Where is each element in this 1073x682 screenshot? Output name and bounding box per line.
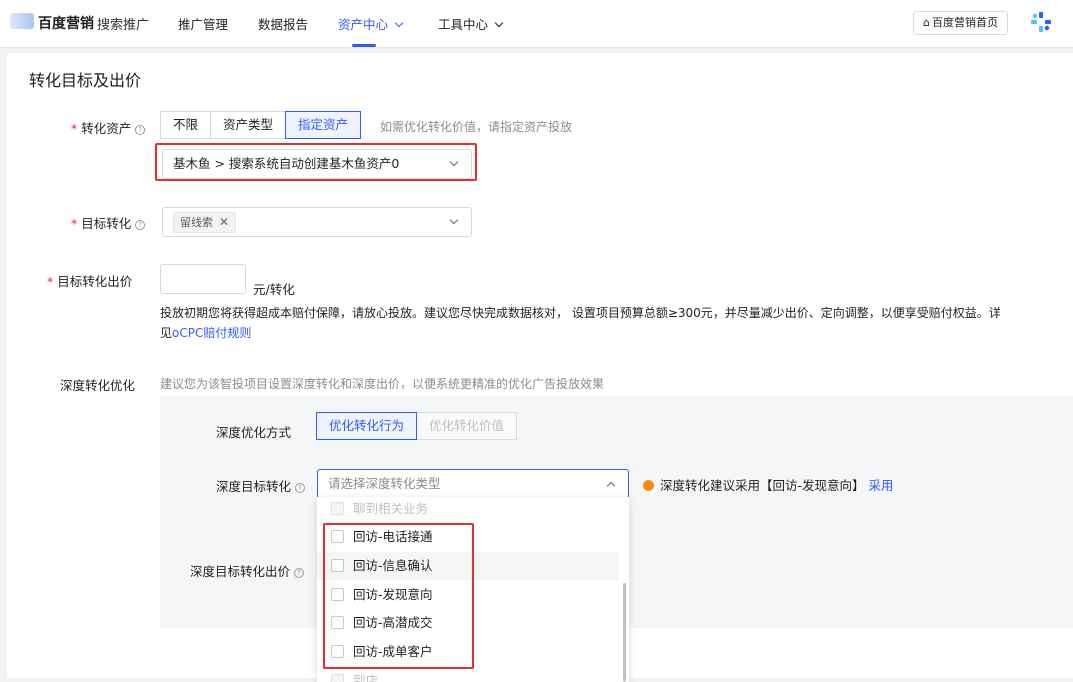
deep-bid-label: 深度目标转化出价? [190, 561, 305, 580]
target-conversion-select[interactable]: 留线索 ✕ [162, 207, 472, 237]
adopt-suggestion-link[interactable]: 采用 [869, 478, 894, 493]
app-logo-icon[interactable] [1030, 11, 1052, 33]
conversion-asset-label: * 转化资产? [71, 118, 146, 137]
deep-suggestion: 深度转化建议采用【回访-发现意向】 采用 [643, 475, 894, 494]
target-bid-input[interactable] [160, 264, 246, 294]
nav-promotion-management[interactable]: 推广管理 [178, 14, 228, 33]
conversion-asset-hint: 如需优化转化价值，请指定资产投放 [380, 120, 573, 134]
help-icon[interactable]: ? [135, 220, 146, 230]
scrollbar[interactable] [623, 583, 626, 682]
highlight-box-asset [155, 143, 477, 181]
home-button[interactable]: ⌂ 百度营销首页 [913, 11, 1008, 35]
help-icon[interactable]: ? [295, 483, 306, 493]
highlight-box-options [323, 523, 474, 669]
option-specified-asset[interactable]: 指定资产 [285, 111, 362, 139]
target-bid-unit: 元/转化 [253, 282, 295, 297]
nav-active-indicator [352, 44, 376, 47]
nav-asset-center[interactable]: 资产中心 [338, 14, 404, 33]
list-item: 到店 [317, 667, 619, 682]
deep-optimization-hint: 建议您为该智投项目设置深度转化和深度出价，以便系统更精准的优化广告投放效果 [160, 377, 605, 391]
compensation-description: 投放初期您将获得超成本赔付保障，请放心投放。建议您尽快完成数据核对， 设置项目预… [160, 306, 1001, 340]
list-item: 聊到相关业务 [317, 497, 619, 523]
chevron-down-icon [394, 18, 404, 28]
chevron-down-icon [449, 215, 459, 225]
selected-tag: 留线索 ✕ [173, 212, 237, 233]
lightbulb-icon [643, 480, 654, 491]
close-icon[interactable]: ✕ [219, 215, 229, 229]
nav-data-report[interactable]: 数据报告 [258, 14, 308, 33]
ocpc-rule-link[interactable]: oCPC赔付规则 [172, 326, 251, 340]
brand-name[interactable]: 百度营销 [38, 13, 94, 33]
section-title: 转化目标及出价 [29, 71, 142, 90]
deep-method-label: 深度优化方式 [216, 425, 292, 440]
chevron-up-icon [606, 481, 616, 491]
chevron-down-icon [494, 18, 504, 28]
target-conversion-label: * 目标转化? [71, 213, 146, 232]
nav-tool-center[interactable]: 工具中心 [438, 14, 504, 33]
home-icon: ⌂ [923, 16, 930, 29]
deep-target-label: 深度目标转化? [216, 476, 306, 495]
option-asset-type[interactable]: 资产类型 [210, 111, 287, 139]
option-optimize-value[interactable]: 优化转化价值 [416, 412, 518, 440]
checkbox [331, 674, 344, 682]
deep-optimization-label: 深度转化优化 [60, 378, 136, 393]
top-nav: 百度营销 搜索推广 推广管理 数据报告 资产中心 工具中心 ⌂ 百度营销首页 [0, 0, 1073, 48]
deep-target-select[interactable]: 请选择深度转化类型 [317, 469, 629, 499]
brand-sub: 搜索推广 [97, 18, 150, 33]
option-optimize-behavior[interactable]: 优化转化行为 [316, 412, 418, 440]
checkbox [331, 502, 344, 515]
target-bid-label: * 目标转化出价 [47, 274, 133, 289]
help-icon[interactable]: ? [294, 568, 305, 578]
conversion-asset-segment: 不限 资产类型 指定资产 [160, 111, 362, 139]
option-unlimited[interactable]: 不限 [160, 111, 212, 139]
logo-mark [10, 13, 34, 29]
help-icon[interactable]: ? [135, 125, 146, 135]
deep-method-segment: 优化转化行为 优化转化价值 [316, 412, 518, 440]
